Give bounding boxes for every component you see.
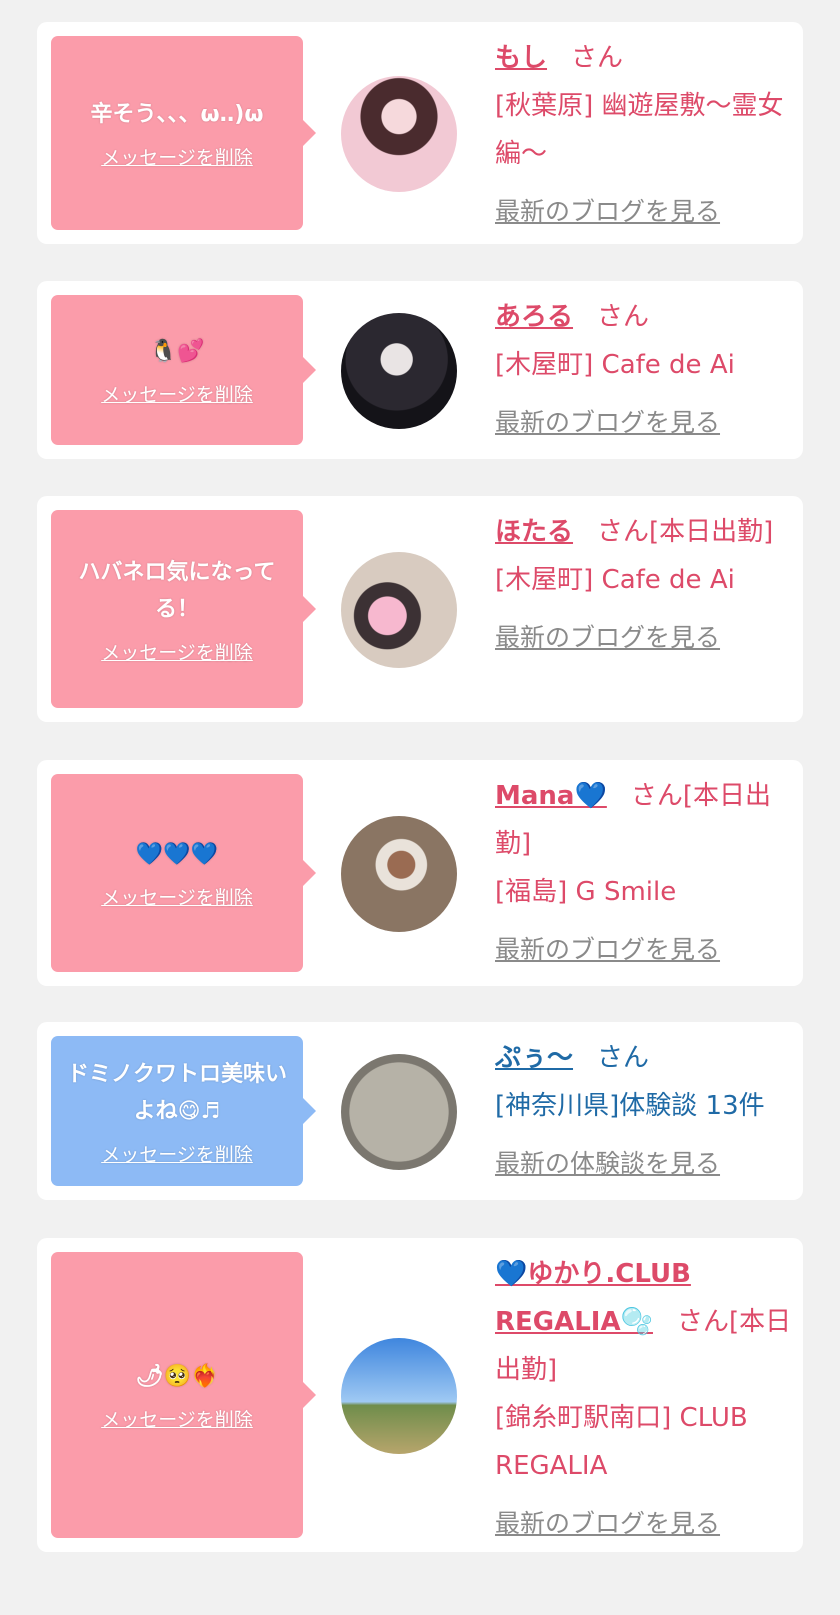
shop-info: [錦糸町駅南口] CLUB REGALIA xyxy=(495,1403,748,1481)
message-card: 🐧💕 メッセージを削除 あろる さん [木屋町] Cafe de Ai 最新のブロ… xyxy=(37,281,803,459)
shop-info: [福島] G Smile xyxy=(495,877,677,907)
message-text: 🌶🥺❤️‍🔥 xyxy=(135,1364,219,1389)
message-bubble: 🌶🥺❤️‍🔥 メッセージを削除 xyxy=(51,1252,316,1538)
avatar[interactable] xyxy=(341,552,457,668)
avatar[interactable] xyxy=(341,816,457,932)
delete-message-link[interactable]: メッセージを削除 xyxy=(101,883,253,910)
message-card: ドミノクワトロ美味いよね😋♬ メッセージを削除 ぷぅ〜 さん [神奈川県]体験談 … xyxy=(37,1022,803,1200)
sender-name-link[interactable]: もし xyxy=(495,43,547,73)
latest-blog-link[interactable]: 最新のブログを見る xyxy=(495,926,795,974)
message-bubble: ドミノクワトロ美味いよね😋♬ メッセージを削除 xyxy=(51,1036,316,1186)
shop-info: [木屋町] Cafe de Ai xyxy=(495,350,735,380)
message-list: 辛そう、、、ω‥)ω メッセージを削除 もし さん [秋葉原] 幽遊屋敷〜霊女編〜… xyxy=(0,0,840,1615)
message-card: 辛そう、、、ω‥)ω メッセージを削除 もし さん [秋葉原] 幽遊屋敷〜霊女編〜… xyxy=(37,22,803,244)
avatar[interactable] xyxy=(341,1338,457,1454)
shop-info: [秋葉原] 幽遊屋敷〜霊女編〜 xyxy=(495,91,784,169)
sender-name-link[interactable]: Mana💙 xyxy=(495,781,607,811)
message-text: ハバネロ気になってる！ xyxy=(78,559,276,622)
message-bubble: 🐧💕 メッセージを削除 xyxy=(51,295,316,445)
sender-name-link[interactable]: ぷぅ〜 xyxy=(495,1043,573,1073)
message-card: 💙💙💙 メッセージを削除 Mana💙 さん[本日出勤] [福島] G Smile … xyxy=(37,760,803,986)
sender-info: ほたる さん[本日出勤] [木屋町] Cafe de Ai 最新のブログを見る xyxy=(495,508,795,662)
delete-message-link[interactable]: メッセージを削除 xyxy=(101,1140,253,1167)
latest-blog-link[interactable]: 最新のブログを見る xyxy=(495,614,795,662)
message-card: 🌶🥺❤️‍🔥 メッセージを削除 💙ゆかり.CLUB REGALIA🫧 さん[本日出… xyxy=(37,1238,803,1552)
sender-suffix: さん xyxy=(597,1043,650,1073)
sender-info: あろる さん [木屋町] Cafe de Ai 最新のブログを見る xyxy=(495,293,795,447)
shop-info: [木屋町] Cafe de Ai xyxy=(495,565,735,595)
latest-experience-link[interactable]: 最新の体験談を見る xyxy=(495,1140,795,1188)
message-bubble: ハバネロ気になってる！ メッセージを削除 xyxy=(51,510,316,708)
delete-message-link[interactable]: メッセージを削除 xyxy=(101,1405,253,1432)
avatar[interactable] xyxy=(341,1054,457,1170)
sender-info: 💙ゆかり.CLUB REGALIA🫧 さん[本日出勤] [錦糸町駅南口] CLUB… xyxy=(495,1250,795,1548)
message-text: 💙💙💙 xyxy=(135,842,219,867)
message-card: ハバネロ気になってる！ メッセージを削除 ほたる さん[本日出勤] [木屋町] C… xyxy=(37,496,803,722)
latest-blog-link[interactable]: 最新のブログを見る xyxy=(495,1500,795,1548)
message-bubble: 💙💙💙 メッセージを削除 xyxy=(51,774,316,972)
sender-suffix: さん xyxy=(571,43,624,73)
sender-suffix: さん[本日出勤] xyxy=(597,517,774,547)
message-text: ドミノクワトロ美味いよね😋♬ xyxy=(66,1061,287,1124)
avatar[interactable] xyxy=(341,76,457,192)
sender-info: Mana💙 さん[本日出勤] [福島] G Smile 最新のブログを見る xyxy=(495,772,795,974)
sender-name-link[interactable]: あろる xyxy=(495,302,573,332)
delete-message-link[interactable]: メッセージを削除 xyxy=(101,143,253,170)
message-text: 辛そう、、、ω‥)ω xyxy=(90,102,264,127)
avatar[interactable] xyxy=(341,313,457,429)
sender-info: ぷぅ〜 さん [神奈川県]体験談 13件 最新の体験談を見る xyxy=(495,1034,795,1188)
latest-blog-link[interactable]: 最新のブログを見る xyxy=(495,188,795,236)
message-bubble: 辛そう、、、ω‥)ω メッセージを削除 xyxy=(51,36,316,230)
sender-suffix: さん xyxy=(597,302,650,332)
delete-message-link[interactable]: メッセージを削除 xyxy=(101,380,253,407)
delete-message-link[interactable]: メッセージを削除 xyxy=(101,638,253,665)
latest-blog-link[interactable]: 最新のブログを見る xyxy=(495,399,795,447)
sender-name-link[interactable]: ほたる xyxy=(495,517,573,547)
sender-info: もし さん [秋葉原] 幽遊屋敷〜霊女編〜 最新のブログを見る xyxy=(495,34,795,236)
shop-info: [神奈川県]体験談 13件 xyxy=(495,1091,765,1121)
message-text: 🐧💕 xyxy=(149,339,205,364)
sender-name-link[interactable]: 💙ゆかり.CLUB REGALIA🫧 xyxy=(495,1259,691,1337)
